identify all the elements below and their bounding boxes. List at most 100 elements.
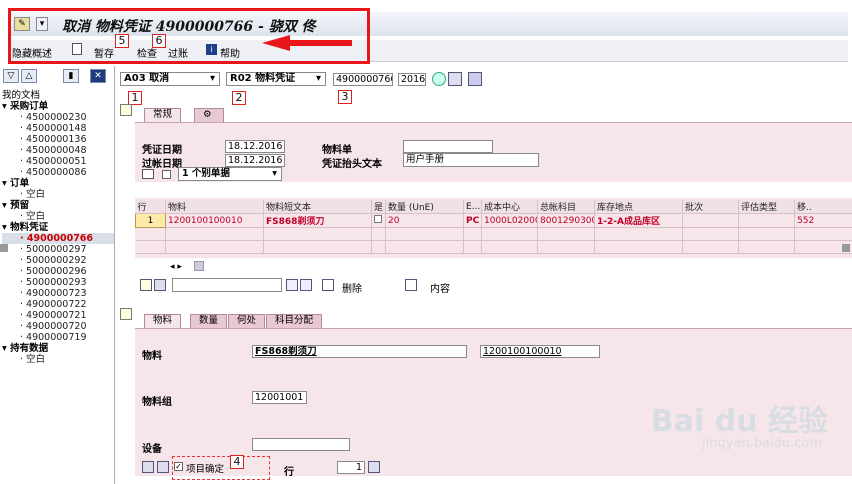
col-header[interactable]: E... (463, 200, 482, 214)
tree-item[interactable]: · 空白 (2, 354, 114, 365)
goto-line-icon[interactable] (368, 461, 380, 473)
material-text-cell[interactable]: FS868剃须刀 (263, 213, 372, 228)
reference-select[interactable]: R02 物料凭证 ▾ (226, 72, 326, 86)
col-header[interactable]: 库存地点 (594, 200, 683, 214)
horizontal-scrollbar[interactable] (194, 261, 204, 271)
col-header[interactable]: 总帐科目 (537, 200, 595, 214)
tree-item-selected[interactable]: · 4900000766 (2, 233, 114, 244)
flag-cell[interactable] (371, 213, 386, 228)
tree-group-purchase-orders[interactable]: ▾ 采购订单 (2, 101, 114, 112)
table-row[interactable] (135, 240, 852, 254)
tree-expand-icon[interactable]: ▽ (3, 69, 19, 83)
col-header[interactable]: 物料短文本 (263, 200, 372, 214)
tree-item[interactable]: · 4500000230 (2, 112, 114, 123)
line-field[interactable]: 1 (337, 461, 365, 474)
item-flag-checkbox[interactable] (374, 215, 382, 223)
batch-cell[interactable] (682, 213, 739, 228)
next-item-icon[interactable] (157, 461, 169, 473)
delete-button[interactable]: 删除 (342, 280, 362, 295)
col-header[interactable]: 成本中心 (481, 200, 538, 214)
col-header[interactable]: 物料 (165, 200, 264, 214)
material-slip-field[interactable] (403, 140, 493, 153)
tree-item[interactable]: · 4500000086 (2, 167, 114, 178)
tab-quantity[interactable]: 数量 (190, 314, 228, 328)
previous-item-icon[interactable] (142, 461, 154, 473)
tab-where[interactable]: 何处 (228, 314, 266, 328)
tree-item[interactable]: · 4900000722 (2, 299, 114, 310)
close-icon[interactable]: ✕ (90, 69, 106, 83)
doc-date-field[interactable]: 18.12.2016 (225, 140, 285, 153)
col-header[interactable]: 批次 (682, 200, 739, 214)
tree-item[interactable]: · 4500000048 (2, 145, 114, 156)
tree-item[interactable]: · 4900000719 (2, 332, 114, 343)
tree-item[interactable]: · 4900000721 (2, 310, 114, 321)
gl-account-cell[interactable]: 8001290300 (537, 213, 595, 228)
year-field[interactable]: 2016 (398, 73, 426, 86)
tree-item[interactable]: · 5000000292 (2, 255, 114, 266)
material-name-field[interactable]: FS868剃须刀 (252, 345, 467, 358)
trash-icon[interactable] (322, 279, 334, 291)
unit-cell[interactable]: PC (463, 213, 482, 228)
tree-item[interactable]: · 5000000296 (2, 266, 114, 277)
resize-handle[interactable] (0, 244, 8, 252)
tab-general[interactable]: 常规 (144, 108, 182, 122)
tab-material[interactable]: 物料 (144, 314, 182, 328)
col-header[interactable]: 是 (371, 200, 386, 214)
line-number-cell[interactable]: 1 (135, 213, 166, 228)
table-row[interactable]: 1 1200100100010 FS868剃须刀 20 PC 1000L0200… (135, 213, 852, 228)
material-slip-label: 物料单 (322, 145, 352, 156)
find-icon[interactable] (286, 279, 298, 291)
find-icon[interactable] (448, 72, 462, 86)
tree-item[interactable]: · 空白 (2, 211, 114, 222)
device-field[interactable] (252, 438, 350, 451)
overview-icon[interactable] (468, 72, 482, 86)
resize-handle[interactable] (842, 244, 850, 252)
cost-center-cell[interactable]: 1000L02000 (481, 213, 538, 228)
content-button[interactable]: 内容 (430, 280, 450, 295)
tree-item[interactable]: · 4900000720 (2, 321, 114, 332)
find-next-icon[interactable] (300, 279, 312, 291)
tree-item[interactable]: · 5000000293 (2, 277, 114, 288)
tree-group-reservations[interactable]: ▾ 预留 (2, 200, 114, 211)
tab-partner-icon[interactable]: ⚙ (194, 108, 224, 122)
detail-toggle-icon[interactable] (120, 308, 132, 320)
material-cell[interactable]: 1200100100010 (165, 213, 264, 228)
filter-icon[interactable] (154, 279, 166, 291)
col-header[interactable]: 评估类型 (738, 200, 795, 214)
trash-icon[interactable]: ▮ (63, 69, 79, 83)
content-icon[interactable] (405, 279, 417, 291)
tree-group-held-data[interactable]: ▾ 持有数据 (2, 343, 114, 354)
tree-collapse-icon[interactable]: △ (21, 69, 37, 83)
header-toggle-icon[interactable] (120, 104, 132, 116)
tree-item[interactable]: · 4500000051 (2, 156, 114, 167)
tree-item[interactable]: · 4500000148 (2, 123, 114, 134)
valuation-type-cell[interactable] (738, 213, 795, 228)
col-header[interactable]: 行 (135, 200, 166, 214)
grid-search-input[interactable] (172, 278, 282, 292)
detail-icon[interactable] (140, 279, 152, 291)
material-group-field[interactable]: 12001001 (252, 391, 307, 404)
table-row[interactable] (135, 227, 852, 241)
tree-item[interactable]: · 空白 (2, 189, 114, 200)
print-version-select[interactable]: 1 个别单据 ▾ (178, 167, 282, 181)
material-code-field[interactable]: 1200100100010 (480, 345, 600, 358)
quantity-cell[interactable]: 20 (385, 213, 464, 228)
post-date-field[interactable]: 18.12.2016 (225, 154, 285, 167)
col-header[interactable]: 移.. (794, 200, 852, 214)
tree-group-orders[interactable]: ▾ 订单 (2, 178, 114, 189)
tree-item[interactable]: · 4500000136 (2, 134, 114, 145)
header-text-field[interactable]: 用户手册 (403, 153, 539, 167)
storage-location-cell[interactable]: 1-2-A成品库区 (594, 213, 683, 228)
movement-type-cell[interactable]: 552 (794, 213, 852, 228)
doc-number-field[interactable]: 4900000766 (333, 73, 393, 86)
print-checkbox[interactable] (162, 170, 171, 179)
tree-group-material-docs[interactable]: ▾ 物料凭证 (2, 222, 114, 233)
material-label: 物料 (142, 351, 162, 362)
col-header[interactable]: 数量 (UnE) (385, 200, 464, 214)
tree-item[interactable]: · 4900000723 (2, 288, 114, 299)
execute-icon[interactable] (432, 72, 446, 86)
horizontal-scroll-arrows[interactable]: ◂ ▸ (170, 262, 182, 272)
tree-item[interactable]: · 5000000297 (2, 244, 114, 255)
action-select[interactable]: A03 取消 ▾ (120, 72, 220, 86)
tab-account-assignment[interactable]: 科目分配 (266, 314, 323, 328)
